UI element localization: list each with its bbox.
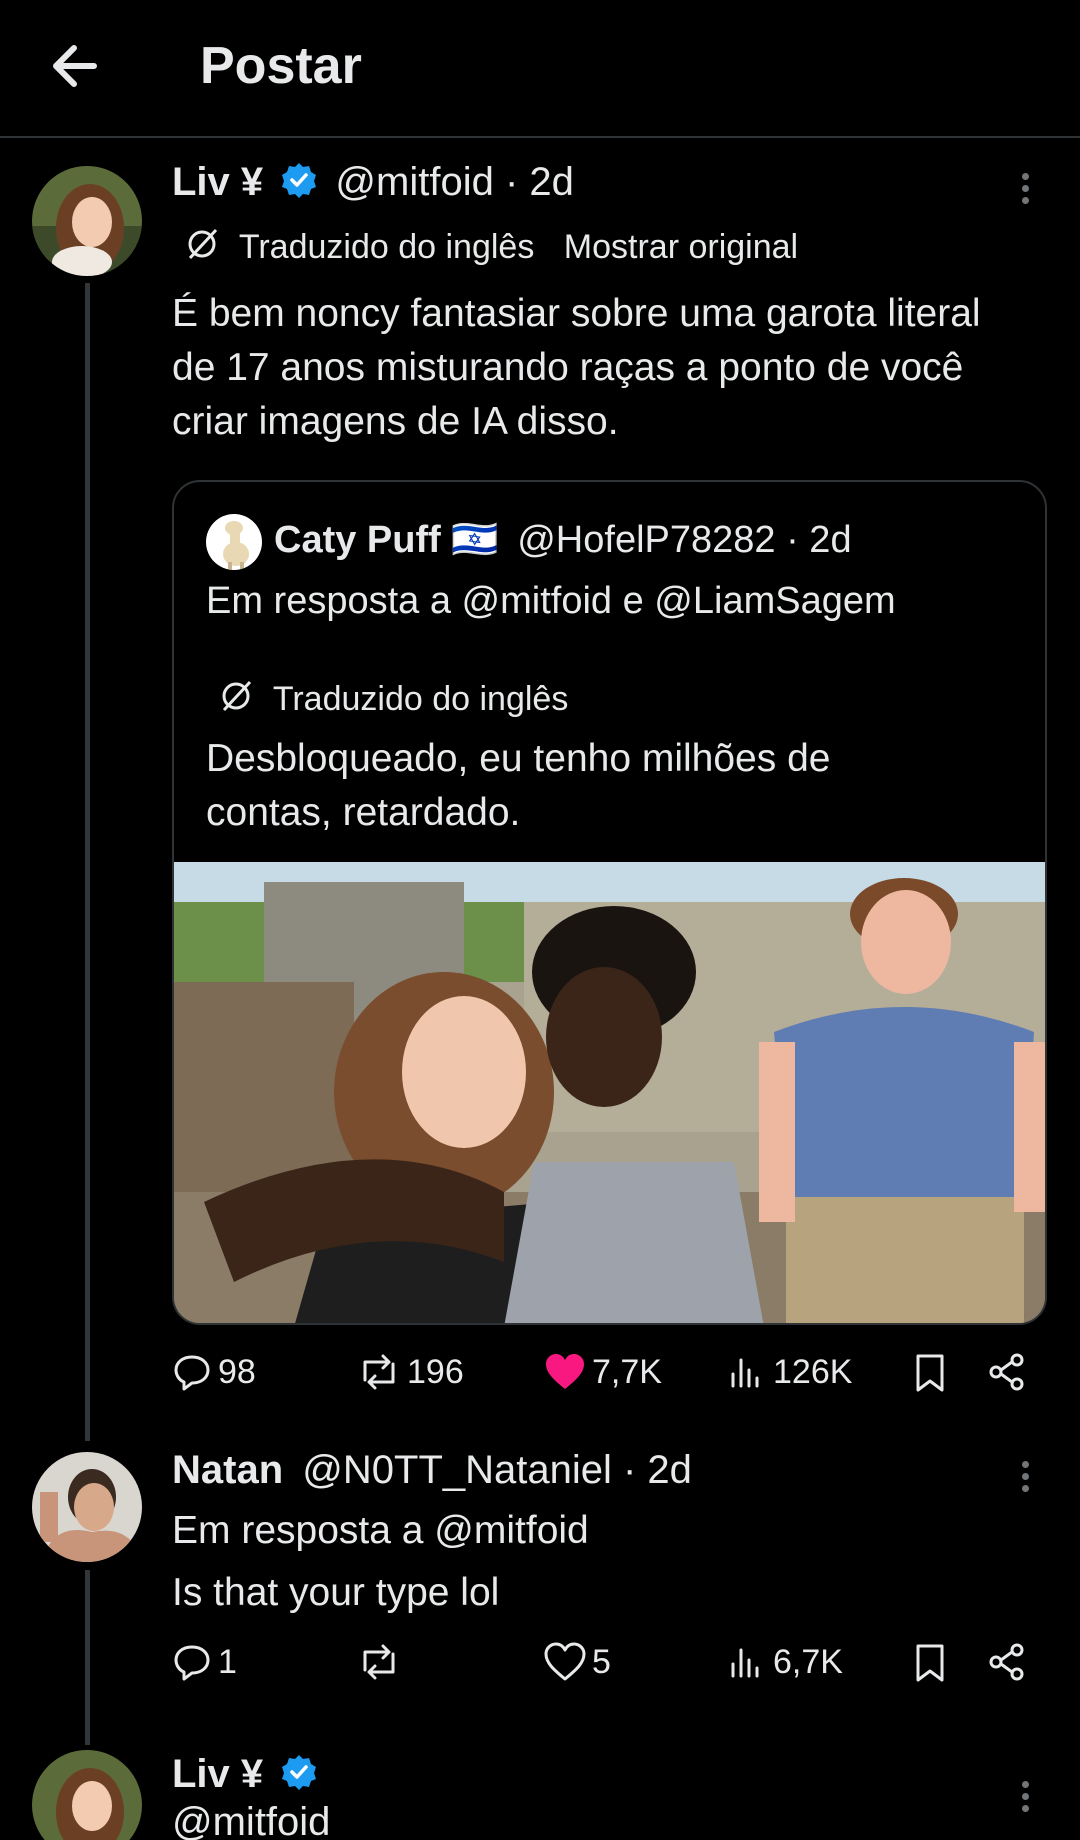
translate-icon <box>218 678 254 714</box>
repost-count: 196 <box>407 1352 464 1391</box>
bookmark-button[interactable] <box>912 1352 954 1394</box>
next-author-name[interactable]: Liv ¥ <box>172 1752 263 1796</box>
post-text-line: É bem noncy fantasiar sobre uma garota l… <box>172 292 981 335</box>
share-icon <box>989 1353 1024 1391</box>
share-icon <box>989 1643 1024 1681</box>
views-count: 6,7K <box>773 1642 843 1681</box>
post-text-line: de 17 anos misturando raças a ponto de v… <box>172 346 964 389</box>
quote-translated-label: Traduzido do inglês <box>272 680 569 718</box>
views-button[interactable]: 6,7K <box>727 1642 843 1682</box>
translation-row: Traduzido do inglês Mostrar original <box>184 226 798 267</box>
reply-text: Is that your type lol <box>172 1571 500 1614</box>
thread-line <box>85 1570 90 1745</box>
reply-button[interactable]: 98 <box>172 1352 256 1392</box>
reply-icon <box>174 1355 210 1391</box>
more-options-icon[interactable] <box>1015 1776 1035 1820</box>
views-icon <box>731 1358 759 1388</box>
avatar[interactable] <box>32 1452 142 1562</box>
views-count: 126K <box>773 1352 853 1391</box>
post-text-line: criar imagens de IA disso. <box>172 400 619 443</box>
bookmark-icon <box>916 1644 944 1682</box>
back-arrow-icon[interactable] <box>48 36 108 96</box>
post-time: · 2d <box>504 160 574 204</box>
more-options-icon[interactable] <box>1015 168 1035 212</box>
reply-to-text[interactable]: Em resposta a @mitfoid <box>172 1504 1032 1558</box>
reply-icon <box>174 1645 210 1681</box>
repost-button[interactable] <box>357 1642 407 1682</box>
next-author-handle[interactable]: @mitfoid <box>172 1800 330 1840</box>
quote-author-name[interactable]: Caty Puff 🇮🇱 <box>274 519 499 561</box>
share-button[interactable] <box>987 1642 1033 1682</box>
quote-text-line: contas, retardado. <box>206 791 521 834</box>
avatar[interactable] <box>32 1750 142 1840</box>
quote-reply-to[interactable]: Em resposta a @mitfoid e @LiamSagem <box>206 580 896 623</box>
show-original-link[interactable]: Mostrar original <box>564 228 798 266</box>
quote-avatar[interactable] <box>206 514 262 570</box>
repost-icon <box>363 1354 395 1390</box>
heart-filled-icon <box>546 1354 584 1389</box>
like-count: 7,7K <box>592 1352 662 1391</box>
reply-actions: 1 5 6,7K <box>172 1642 1032 1692</box>
share-button[interactable] <box>987 1352 1033 1392</box>
author-handle[interactable]: @mitfoid <box>335 160 493 204</box>
post-text: É bem noncy fantasiar sobre uma garota l… <box>172 287 1052 449</box>
translated-label: Traduzido do inglês <box>238 228 535 266</box>
page-title: Postar <box>200 37 362 95</box>
quote-header: Caty Puff 🇮🇱 @HofelP78282 · 2d <box>274 518 852 562</box>
quote-text: Desbloqueado, eu tenho milhões de contas… <box>206 732 1026 840</box>
quote-translation-row: Traduzido do inglês <box>218 678 568 719</box>
quoted-post[interactable]: Caty Puff 🇮🇱 @HofelP78282 · 2d Em respos… <box>172 480 1047 1325</box>
thread-line <box>85 283 90 1441</box>
repost-button[interactable]: 196 <box>357 1352 464 1392</box>
translate-icon <box>184 226 220 262</box>
heart-outline-icon <box>544 1642 586 1681</box>
quote-author-handle[interactable]: @HofelP78282 · 2d <box>517 519 851 561</box>
views-button[interactable]: 126K <box>727 1352 852 1392</box>
reply-header: Natan @N0TT_Nataniel · 2d <box>172 1448 692 1493</box>
next-post-header: Liv ¥ <box>172 1752 318 1797</box>
author-name[interactable]: Liv ¥ <box>172 160 263 204</box>
top-bar: Postar <box>0 0 1080 138</box>
like-button[interactable]: 5 <box>544 1642 611 1682</box>
reply-button[interactable]: 1 <box>172 1642 237 1682</box>
verified-badge-icon <box>280 1753 318 1791</box>
quote-photo[interactable] <box>174 862 1045 1323</box>
bookmark-button[interactable] <box>912 1642 954 1684</box>
verified-badge-icon <box>280 161 318 199</box>
post-header: Liv ¥ @mitfoid · 2d <box>172 160 574 205</box>
bookmark-icon <box>916 1354 944 1392</box>
reply-count: 1 <box>218 1642 237 1681</box>
views-icon <box>731 1648 759 1678</box>
quote-text-line: Desbloqueado, eu tenho milhões de <box>206 737 831 780</box>
reply-author-name[interactable]: Natan <box>172 1448 283 1492</box>
avatar[interactable] <box>32 166 142 276</box>
repost-icon <box>363 1644 395 1680</box>
post-actions: 98 196 7,7K 126K <box>172 1352 1032 1402</box>
like-button[interactable]: 7,7K <box>544 1352 662 1392</box>
more-options-icon[interactable] <box>1015 1456 1035 1500</box>
reply-author-handle[interactable]: @N0TT_Nataniel · 2d <box>302 1448 692 1492</box>
like-count: 5 <box>592 1642 611 1681</box>
reply-count: 98 <box>218 1352 256 1391</box>
